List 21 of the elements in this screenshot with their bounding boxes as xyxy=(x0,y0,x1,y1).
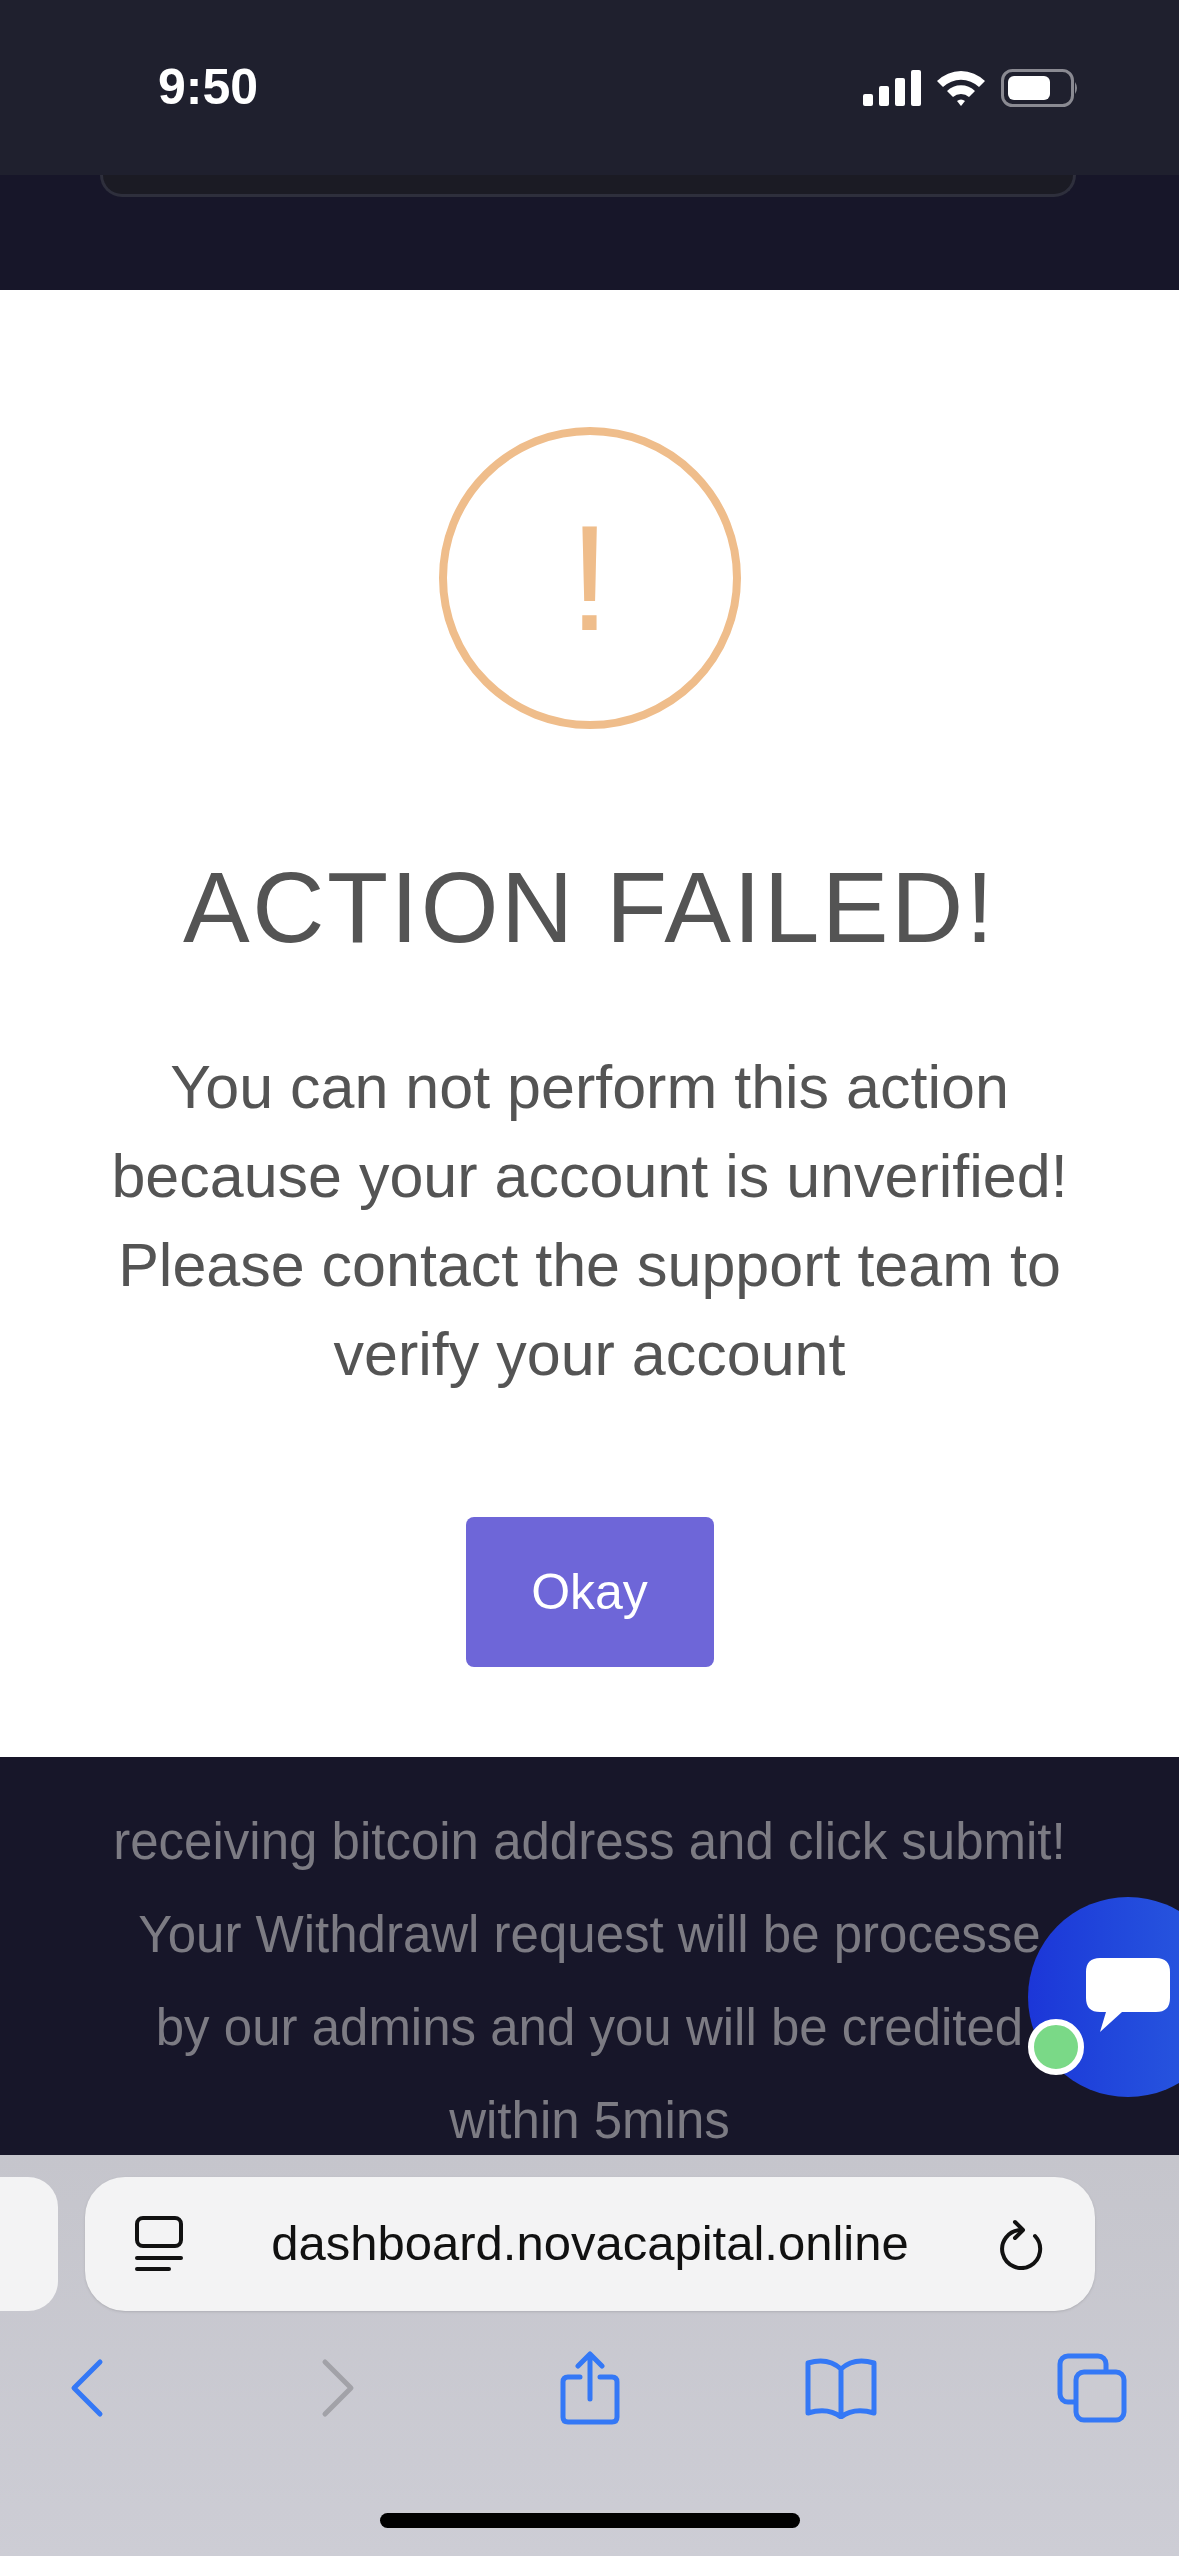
alert-message: You can not perform this action because your account is unverified! Please contact the support team to verify your account xyxy=(110,1052,1069,1390)
url-text: dashboard.novacapital.online xyxy=(271,2215,909,2273)
warning-icon: ! xyxy=(438,427,741,729)
address-bar[interactable]: dashboard.novacapital.online xyxy=(85,2177,1095,2311)
forward-icon xyxy=(321,2358,356,2418)
book-icon xyxy=(803,2357,878,2419)
notice-text: Your Withdrawl request will be processe xyxy=(138,1905,1041,1965)
alert-title: ACTION FAILED! xyxy=(183,857,996,957)
wifi-icon xyxy=(935,68,987,107)
signal-icon xyxy=(863,69,921,106)
reload-icon xyxy=(997,2218,1045,2270)
share-icon xyxy=(559,2351,620,2425)
notice-text: by our admins and you will be credited xyxy=(155,1998,1024,2058)
tabs-icon xyxy=(1057,2353,1127,2423)
status-time: 9:50 xyxy=(158,58,259,117)
battery-icon xyxy=(1001,68,1079,107)
notice-text: receiving bitcoin address and click submit! xyxy=(113,1812,1066,1872)
notice-text: within 5mins xyxy=(449,2091,730,2151)
reader-icon xyxy=(135,2216,183,2272)
back-icon xyxy=(70,2358,104,2418)
okay-button[interactable]: Okay xyxy=(465,1517,714,1667)
